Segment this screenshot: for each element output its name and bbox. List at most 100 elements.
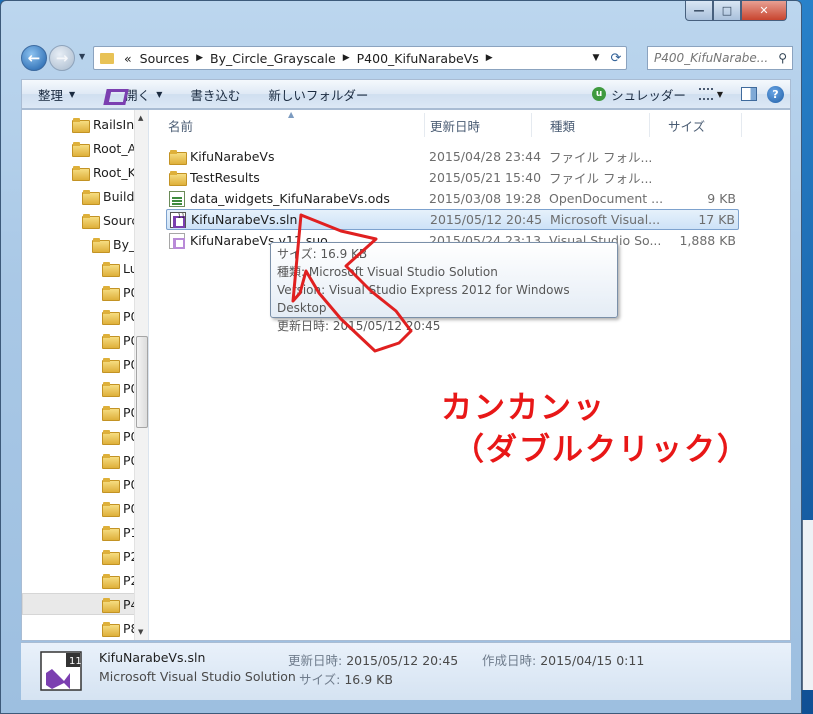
- file-type: ファイル フォル...: [549, 171, 653, 186]
- burn-button[interactable]: 書き込む: [181, 85, 249, 104]
- breadcrumb-sources[interactable]: Sources: [136, 51, 193, 66]
- file-list: 名前 ▲ 更新日時 種類 サイズ KifuNarabeVs 2015/04/28…: [150, 110, 790, 640]
- shredder-icon: u: [592, 87, 607, 101]
- breadcrumb-overflow[interactable]: «: [120, 51, 136, 66]
- file-name: data_widgets_KifuNarabeVs.ods: [190, 191, 390, 206]
- scrollbar-thumb[interactable]: [136, 336, 148, 428]
- refresh-icon[interactable]: ⟳: [606, 51, 626, 66]
- folder-icon: [102, 261, 120, 277]
- folder-icon: [100, 52, 114, 64]
- file-row-selected[interactable]: KifuNarabeVs.sln 2015/05/12 20:45 Micros…: [166, 209, 739, 230]
- tooltip-type: 種類: Microsoft Visual Studio Solution: [277, 265, 498, 279]
- tree-item[interactable]: Root_K: [72, 161, 136, 183]
- tree-item[interactable]: Lu: [102, 257, 138, 279]
- column-header-name[interactable]: 名前 ▲: [150, 110, 425, 137]
- tree-item[interactable]: Sourc: [82, 209, 138, 231]
- tree-item-label: RailsIn: [93, 116, 135, 132]
- tree-item[interactable]: By_: [92, 233, 135, 255]
- preview-pane-icon[interactable]: [741, 87, 757, 101]
- help-icon[interactable]: ?: [767, 85, 784, 103]
- sort-ascending-icon: ▲: [288, 110, 295, 119]
- column-header-date[interactable]: 更新日時: [412, 113, 532, 137]
- file-date: 2015/03/08 19:28: [429, 191, 542, 206]
- explorer-window: — □ ✕ ← → ▼ « Sources ▶ By_Circle_Graysc…: [0, 0, 802, 714]
- file-size: 17 KB: [698, 212, 735, 227]
- annotation-text-2: （ダブルクリック）: [453, 432, 750, 468]
- file-type: Microsoft Visual...: [550, 212, 661, 227]
- tree-item-label: Root_K: [93, 164, 136, 180]
- file-name: KifuNarabeVs: [190, 149, 275, 164]
- search-input[interactable]: [654, 51, 774, 65]
- breadcrumb-chevron-icon[interactable]: ▶: [340, 53, 353, 63]
- visual-studio-icon: [105, 87, 119, 101]
- folder-icon: [72, 141, 90, 157]
- dropdown-arrow-icon: ▼: [69, 89, 76, 99]
- maximize-button[interactable]: □: [713, 1, 741, 21]
- folder-icon: [72, 165, 90, 181]
- folder-icon: [102, 525, 120, 541]
- tree-item-label: By_: [113, 236, 136, 252]
- details-filename: KifuNarabeVs.sln: [99, 650, 206, 665]
- file-type: ファイル フォル...: [549, 150, 653, 165]
- search-icon[interactable]: ⚲: [778, 51, 787, 65]
- file-date: 2015/04/28 23:44: [429, 149, 542, 164]
- forward-arrow-icon[interactable]: →: [49, 45, 75, 71]
- column-header-size[interactable]: サイズ: [650, 113, 742, 137]
- details-size-value: 16.9 KB: [344, 672, 393, 687]
- folder-icon: [169, 150, 187, 165]
- tooltip-version: Version: Visual Studio Express 2012 for …: [277, 283, 570, 315]
- file-row[interactable]: KifuNarabeVs 2015/04/28 23:44 ファイル フォル..…: [166, 146, 739, 167]
- back-arrow-icon[interactable]: ←: [21, 45, 47, 71]
- column-header-label: 更新日時: [430, 118, 481, 134]
- details-size-label: サイズ:: [299, 672, 341, 687]
- file-tooltip: サイズ: 16.9 KB 種類: Microsoft Visual Studio…: [270, 242, 618, 333]
- tree-item[interactable]: Builds: [82, 185, 141, 207]
- view-dropdown-icon[interactable]: ▼: [717, 90, 723, 99]
- column-header-label: 種類: [550, 118, 576, 134]
- address-dropdown-icon[interactable]: ▼: [586, 53, 606, 63]
- scroll-up-icon[interactable]: ▲: [138, 114, 143, 122]
- shredder-button[interactable]: u シュレッダー: [583, 85, 695, 104]
- details-modified-label: 更新日時:: [288, 653, 343, 668]
- folder-icon: [102, 285, 120, 301]
- navigation-pane: RailsIn Root_A Root_K Builds Sourc By_ L…: [22, 110, 149, 640]
- details-created-label: 作成日時:: [482, 653, 537, 668]
- view-options-icon[interactable]: [698, 88, 713, 100]
- close-button[interactable]: ✕: [741, 1, 787, 21]
- recent-pages-dropdown-icon[interactable]: ▼: [79, 52, 85, 61]
- tree-item-selected[interactable]: P4: [22, 593, 148, 615]
- open-button[interactable]: 開く ▼: [96, 85, 171, 104]
- folder-icon: [102, 429, 120, 445]
- burn-label: 書き込む: [190, 87, 241, 103]
- breadcrumb-by-circle-grayscale[interactable]: By_Circle_Grayscale: [206, 51, 340, 66]
- tree-item[interactable]: RailsIn: [72, 113, 134, 135]
- annotation-text-1: カンカンッ: [441, 390, 606, 426]
- file-row[interactable]: TestResults 2015/05/21 15:40 ファイル フォル...: [166, 167, 739, 188]
- breadcrumb-chevron-icon[interactable]: ▶: [483, 53, 496, 63]
- tree-scrollbar[interactable]: ▲ ▼: [134, 110, 148, 640]
- breadcrumb-p400[interactable]: P400_KifuNarabeVs: [353, 51, 483, 66]
- address-bar[interactable]: « Sources ▶ By_Circle_Grayscale ▶ P400_K…: [93, 46, 627, 70]
- folder-icon: [102, 405, 120, 421]
- details-pane: 11 KifuNarabeVs.sln Microsoft Visual Stu…: [21, 642, 791, 700]
- folder-icon: [169, 171, 187, 186]
- scroll-down-icon[interactable]: ▼: [138, 628, 143, 636]
- new-folder-button[interactable]: 新しいフォルダー: [259, 85, 377, 104]
- folder-icon: [102, 501, 120, 517]
- tooltip-size: サイズ: 16.9 KB: [277, 247, 368, 261]
- spreadsheet-file-icon: [169, 190, 185, 207]
- organize-button[interactable]: 整理 ▼: [22, 85, 84, 104]
- svg-text:11: 11: [69, 656, 82, 667]
- breadcrumb-chevron-icon[interactable]: ▶: [193, 53, 206, 63]
- file-row[interactable]: data_widgets_KifuNarabeVs.ods 2015/03/08…: [166, 188, 739, 209]
- tree-item[interactable]: Root_A: [72, 137, 136, 159]
- search-box[interactable]: ⚲: [647, 46, 793, 70]
- folder-icon: [102, 333, 120, 349]
- file-size: 1,888 KB: [679, 233, 736, 248]
- column-header-label: 名前: [168, 118, 194, 134]
- tree-item-label: Sourc: [103, 212, 139, 228]
- minimize-button[interactable]: —: [685, 1, 713, 21]
- caption-buttons: — □ ✕: [685, 1, 787, 23]
- column-header-type[interactable]: 種類: [532, 113, 650, 137]
- folder-icon: [82, 189, 100, 205]
